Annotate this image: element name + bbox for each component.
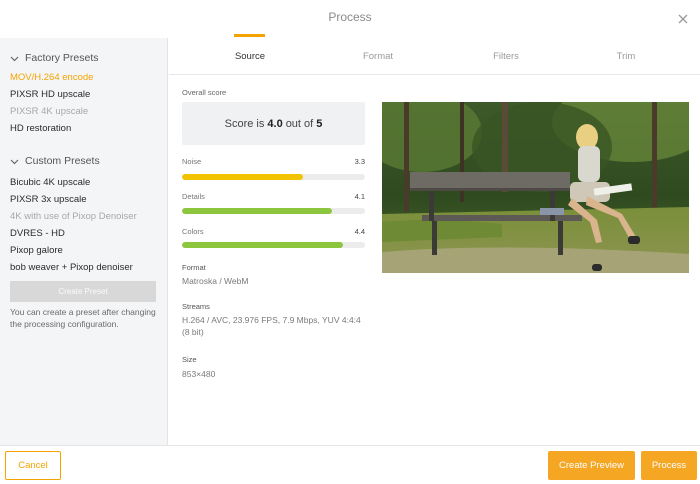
- cancel-button[interactable]: Cancel: [5, 451, 61, 480]
- colors-bar-fill: [182, 242, 344, 248]
- active-tab-indicator: [234, 34, 265, 37]
- streams-value: H.264 / AVC, 23.976 FPS, 7.9 Mbps, YUV 4…: [182, 315, 361, 337]
- factory-presets-title: Factory Presets: [25, 52, 99, 64]
- details-label: Details: [182, 192, 205, 201]
- details-bar-fill: [182, 208, 333, 214]
- dialog-footer: Cancel Create Preview Process: [0, 445, 700, 484]
- presets-sidebar: Factory Presets MOV/H.264 encode PIXSR H…: [0, 38, 168, 445]
- size-label: Size: [182, 355, 197, 364]
- tab-bar: Source Format Filters Trim: [169, 38, 700, 75]
- score-box: Score is 4.0 out of 5: [182, 102, 365, 145]
- streams-label: Streams: [182, 302, 210, 311]
- tab-filters[interactable]: Filters: [483, 51, 529, 62]
- colors-label: Colors: [182, 227, 204, 236]
- format-label: Format: [182, 263, 206, 272]
- preset-pixsr-3x-upscale[interactable]: PIXSR 3x upscale: [10, 194, 87, 205]
- factory-presets-header[interactable]: Factory Presets: [10, 52, 99, 64]
- create-preset-hint: You can create a preset after changing t…: [10, 307, 156, 329]
- colors-bar: [182, 242, 365, 248]
- overall-score-label: Overall score: [182, 88, 227, 97]
- noise-bar: [182, 174, 365, 180]
- create-preset-button[interactable]: Create Preset: [10, 281, 156, 302]
- video-preview-image: [382, 102, 689, 273]
- colors-value: 4.4: [354, 227, 365, 236]
- preset-mov-h264-encode[interactable]: MOV/H.264 encode: [10, 72, 93, 83]
- title-bar: Process: [0, 0, 700, 38]
- custom-presets-header[interactable]: Custom Presets: [10, 155, 100, 167]
- score-max: 5: [316, 117, 323, 130]
- dialog-title: Process: [328, 10, 372, 24]
- score-mid: out of: [285, 117, 314, 130]
- noise-value: 3.3: [354, 157, 365, 166]
- details-bar: [182, 208, 365, 214]
- score-prefix: Score is: [224, 117, 265, 130]
- tab-trim[interactable]: Trim: [603, 51, 649, 62]
- tab-format[interactable]: Format: [355, 51, 401, 62]
- preset-bob-weaver-denoiser[interactable]: bob weaver + Pixop denoiser: [10, 262, 133, 273]
- preset-hd-restoration[interactable]: HD restoration: [10, 123, 71, 134]
- close-icon[interactable]: [676, 12, 690, 26]
- custom-presets-title: Custom Presets: [25, 155, 100, 167]
- preset-bicubic-4k-upscale[interactable]: Bicubic 4K upscale: [10, 177, 90, 188]
- format-value: Matroska / WebM: [182, 276, 249, 286]
- score-value: 4.0: [267, 117, 283, 130]
- preset-4k-pixop-denoiser[interactable]: 4K with use of Pixop Denoiser: [10, 211, 137, 222]
- preset-pixsr-4k-upscale[interactable]: PIXSR 4K upscale: [10, 106, 88, 117]
- noise-bar-fill: [182, 174, 303, 180]
- preset-pixop-galore[interactable]: Pixop galore: [10, 245, 63, 256]
- process-button[interactable]: Process: [641, 451, 697, 480]
- details-value: 4.1: [354, 192, 365, 201]
- chevron-down-icon: [10, 159, 19, 164]
- preset-pixsr-hd-upscale[interactable]: PIXSR HD upscale: [10, 89, 90, 100]
- size-value: 853×480: [182, 369, 216, 379]
- noise-label: Noise: [182, 157, 202, 166]
- create-preview-button[interactable]: Create Preview: [548, 451, 635, 480]
- preset-dvres-hd[interactable]: DVRES - HD: [10, 228, 65, 239]
- chevron-down-icon: [10, 56, 19, 61]
- tab-source[interactable]: Source: [227, 51, 273, 62]
